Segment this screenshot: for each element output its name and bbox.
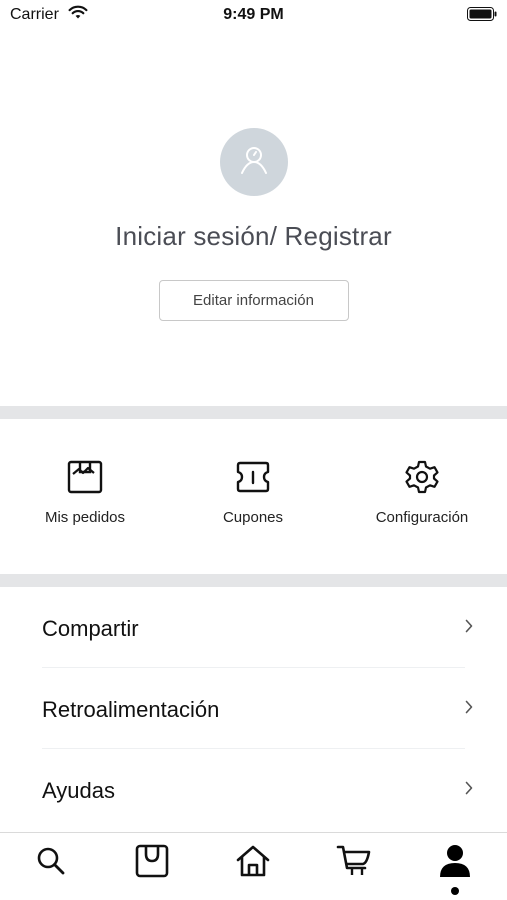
section-divider bbox=[0, 574, 507, 587]
menu-item-feedback[interactable]: Retroalimentación bbox=[0, 668, 507, 749]
settings-label: Configuración bbox=[375, 509, 469, 526]
orders-icon bbox=[10, 459, 160, 495]
tab-search[interactable] bbox=[31, 843, 71, 883]
clock: 9:49 PM bbox=[223, 6, 284, 23]
active-tab-indicator bbox=[451, 887, 459, 895]
menu-item-label: Compartir bbox=[42, 616, 139, 641]
tab-bar bbox=[0, 832, 507, 900]
chevron-right-icon bbox=[465, 781, 473, 800]
quick-actions: Mis pedidos Cupones Configuración bbox=[0, 419, 507, 574]
search-icon bbox=[35, 845, 67, 882]
menu-item-label: Ayudas bbox=[42, 778, 115, 803]
coupons-label: Cupones bbox=[222, 509, 284, 526]
tab-bag[interactable] bbox=[132, 843, 172, 883]
menu-item-label: Retroalimentación bbox=[42, 697, 220, 722]
orders-button[interactable]: Mis pedidos bbox=[10, 459, 160, 526]
profile-section: Iniciar sesión/ Registrar Editar informa… bbox=[0, 128, 507, 321]
menu-item-share[interactable]: Compartir bbox=[0, 587, 507, 668]
edit-info-button[interactable]: Editar información bbox=[158, 280, 349, 321]
tab-home[interactable] bbox=[233, 843, 273, 883]
menu-list: Compartir Retroalimentación Ayudas bbox=[0, 587, 507, 830]
settings-gear-icon bbox=[347, 459, 497, 495]
profile-icon bbox=[437, 843, 473, 884]
cart-icon bbox=[336, 844, 372, 883]
chevron-right-icon bbox=[465, 700, 473, 719]
home-icon bbox=[235, 844, 271, 883]
settings-button[interactable]: Configuración bbox=[347, 459, 497, 526]
user-icon bbox=[237, 143, 271, 182]
bag-icon bbox=[135, 844, 169, 883]
status-bar: Carrier 9:49 PM bbox=[0, 0, 507, 30]
login-register-link[interactable]: Iniciar sesión/ Registrar bbox=[0, 221, 507, 252]
avatar[interactable] bbox=[219, 128, 288, 196]
menu-item-help[interactable]: Ayudas bbox=[0, 749, 507, 830]
tab-profile[interactable] bbox=[435, 843, 475, 883]
coupons-button[interactable]: Cupones bbox=[178, 459, 328, 526]
orders-label: Mis pedidos bbox=[44, 509, 126, 526]
tab-cart[interactable] bbox=[334, 843, 374, 883]
chevron-right-icon bbox=[465, 619, 473, 638]
battery-icon bbox=[467, 7, 497, 26]
section-divider bbox=[0, 406, 507, 419]
coupon-icon bbox=[178, 459, 328, 495]
